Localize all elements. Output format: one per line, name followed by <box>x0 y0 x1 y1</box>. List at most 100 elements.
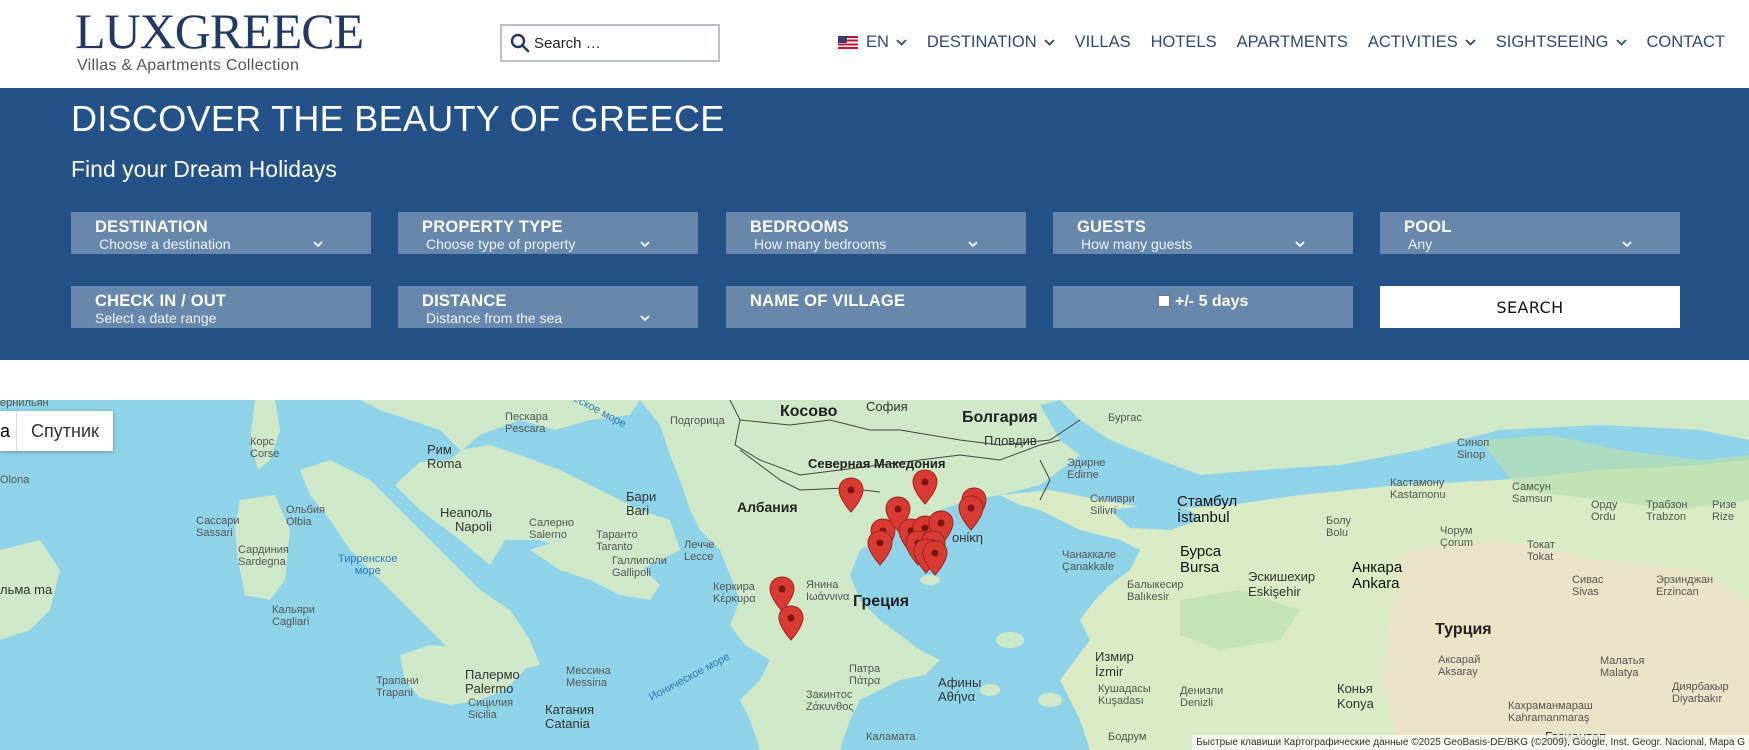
map-label: Αθήνα <box>938 689 976 704</box>
property-marker[interactable] <box>922 540 948 576</box>
map-type-satellite[interactable]: Спутник <box>17 411 113 451</box>
nav-hotels[interactable]: HOTELS <box>1151 33 1217 52</box>
logo-tagline: Villas & Apartments Collection <box>77 57 300 74</box>
property-map[interactable]: а Спутник ернильян Olona льма ma Корс Co… <box>0 400 1749 750</box>
map-label: Албания <box>737 499 798 515</box>
nav-activities[interactable]: ACTIVITIES <box>1368 33 1476 52</box>
village-name-input[interactable]: NAME OF VILLAGE <box>726 286 1026 328</box>
flex-days-checkbox[interactable] <box>1158 295 1170 307</box>
map-label: Eskişehir <box>1248 584 1301 599</box>
nav-apartments-label: APARTMENTS <box>1236 33 1348 51</box>
nav-sightseeing[interactable]: SIGHTSEEING <box>1496 33 1627 52</box>
search-button[interactable]: SEARCH <box>1380 286 1680 328</box>
nav-villas[interactable]: VILLAS <box>1075 33 1131 52</box>
map-type-map[interactable]: а <box>0 411 18 451</box>
property-type-select[interactable]: PROPERTY TYPE Choose type of property <box>398 212 698 254</box>
map-label: Bari <box>626 503 650 518</box>
map-label: Малатья Malatya <box>1600 655 1645 679</box>
destination-select[interactable]: DESTINATION Choose a destination <box>71 212 371 254</box>
distance-value: Distance from the sea <box>426 310 563 326</box>
map-label: Тирренское море <box>338 553 398 577</box>
property-marker[interactable] <box>867 530 893 566</box>
map-label: Патра Πάτρα <box>849 663 881 687</box>
search-icon[interactable] <box>510 33 530 53</box>
map-label: Лечче Lecce <box>684 539 715 563</box>
nav-destination[interactable]: DESTINATION <box>927 33 1055 52</box>
map-label: Галлиполи Gallipoli <box>612 555 667 579</box>
nav-destination-label: DESTINATION <box>926 33 1037 51</box>
map-label: Бургас <box>1108 412 1142 424</box>
map-label: Konya <box>1337 696 1374 711</box>
map-attribution: Быстрые клавиши Картографические данные … <box>1192 735 1749 750</box>
nav-language-label: EN <box>866 33 889 51</box>
site-logo[interactable]: LUXGREECE Villas & Apartments Collection <box>75 3 364 75</box>
map-label: Чорум Çorum <box>1440 525 1474 549</box>
flex-days-label[interactable]: +/- 5 days <box>1175 293 1248 311</box>
checkin-value: Select a date range <box>95 310 217 326</box>
pool-select[interactable]: POOL Any <box>1380 212 1680 254</box>
guests-select[interactable]: GUESTS How many guests <box>1053 212 1353 254</box>
map-label: Bursa <box>1180 559 1220 576</box>
map-label: Диярбакыр Diyarbakır <box>1672 681 1729 705</box>
map-label: Болгария <box>962 409 1038 426</box>
nav-contact[interactable]: CONTACT <box>1647 33 1726 52</box>
map-label: Токат Tokat <box>1527 539 1555 563</box>
map-label: Трабзон Trabzon <box>1646 499 1688 523</box>
distance-select[interactable]: DISTANCE Distance from the sea <box>398 286 698 328</box>
bedrooms-select[interactable]: BEDROOMS How many bedrooms <box>726 212 1026 254</box>
chevron-down-icon <box>1465 39 1476 46</box>
site-search[interactable] <box>500 24 720 62</box>
map-label: Пловдив <box>984 433 1037 448</box>
map-label: Мессина Messina <box>566 665 611 689</box>
destination-value: Choose a destination <box>99 236 231 252</box>
nav-activities-label: ACTIVITIES <box>1367 33 1458 51</box>
chevron-down-icon <box>1615 39 1627 46</box>
map-label: Подгорица <box>670 415 725 427</box>
hero-title: DISCOVER THE BEAUTY OF GREECE <box>71 98 725 139</box>
property-marker[interactable] <box>838 477 864 513</box>
property-marker[interactable] <box>958 495 984 531</box>
chevron-down-icon <box>313 241 323 247</box>
map-label: София <box>866 400 908 414</box>
map-label: Сицилия Sicilia <box>468 697 514 721</box>
map-label: Стамбул <box>1177 493 1238 510</box>
map-label: Olona <box>0 474 30 486</box>
property-marker[interactable] <box>778 605 804 641</box>
property-marker[interactable] <box>912 469 938 505</box>
pool-value: Any <box>1408 236 1433 252</box>
map-label: Болу Bolu <box>1326 515 1352 539</box>
map-label: Эрзинджан Erzincan <box>1656 574 1714 598</box>
map-label: Ризе Rize <box>1712 499 1737 523</box>
map-label: Кахраманмараш Kahramanmaraş <box>1508 700 1593 724</box>
map-label: Чанаккале Çanakkale <box>1062 549 1117 573</box>
map-label: Греция <box>853 593 910 610</box>
guests-value: How many guests <box>1081 236 1193 252</box>
chevron-down-icon <box>1043 39 1055 46</box>
nav-villas-label: VILLAS <box>1074 33 1131 51</box>
us-flag-icon <box>838 36 858 49</box>
date-range-picker[interactable]: CHECK IN / OUT Select a date range <box>71 286 371 328</box>
map-label: Корс Corse <box>250 436 280 460</box>
search-input[interactable] <box>534 34 714 52</box>
chevron-down-icon <box>896 39 907 46</box>
nav-language[interactable]: EN <box>838 33 907 52</box>
map-type-control[interactable]: а Спутник <box>0 411 113 451</box>
map-label: Силиври Silivri <box>1090 493 1135 517</box>
map-label: Трапани Trapani <box>376 675 419 699</box>
map-label: Сассари Sassari <box>196 515 240 539</box>
map-label: Аксарай Aksaray <box>1438 654 1481 678</box>
logo-wordmark: LUXGREECE <box>75 3 364 59</box>
map-label: Сардиния Sardegna <box>238 544 289 568</box>
map-label: Керкира Κέρκυρα <box>713 581 756 605</box>
map-label: Рим <box>427 442 452 457</box>
map-label: Кальяри Cagliari <box>272 604 315 628</box>
map-label: Балыкесир Balıkesir <box>1127 579 1184 603</box>
map-label: Афины <box>938 675 982 690</box>
map-label: Эдирне Edirne <box>1067 457 1106 481</box>
map-label: Palermo <box>465 681 514 696</box>
map-label: Ankara <box>1352 575 1400 592</box>
nav-sightseeing-label: SIGHTSEEING <box>1495 33 1609 51</box>
pool-label: POOL <box>1404 218 1452 236</box>
main-nav: EN DESTINATION VILLAS HOTELS APARTMENTS … <box>838 33 1725 52</box>
nav-apartments[interactable]: APARTMENTS <box>1237 33 1348 52</box>
